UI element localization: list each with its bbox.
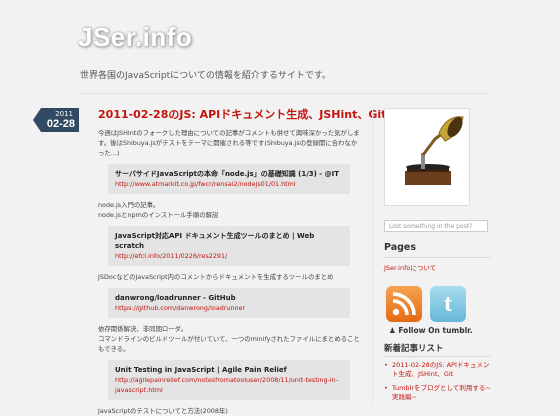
tagline: 世界各国のJavaScriptについての情報を紹介するサイトです。 (80, 71, 331, 81)
post-text: node.js入門の記事。 (98, 201, 160, 209)
follow-tumblr-link[interactable]: ♟ Follow On tumblr. (389, 326, 473, 335)
post-text: node.jsとnpmのインストール手順の解説 (98, 211, 219, 219)
post-text: コマンドラインのビルドツールが付いていて、一つのminifyされたファイルにまと… (98, 335, 360, 353)
pages-divider (384, 257, 490, 258)
link-card: サーバサイドJavaScriptの本命「node.js」の基礎知識 (1/3) … (108, 164, 350, 194)
column-divider (372, 107, 373, 406)
date-month-day: 02-28 (46, 118, 75, 130)
link-card-title[interactable]: サーバサイドJavaScriptの本命「node.js」の基礎知識 (1/3) … (115, 169, 343, 179)
link-card-url[interactable]: https://github.com/danwrong/loadrunner (115, 303, 343, 313)
post-text: JavaScriptのテストについてと方法(2008年) (98, 407, 228, 415)
recent-post-item[interactable]: Tumblrをブログとして利用する~実践編~ (384, 384, 494, 402)
recent-posts-heading: 新着記事リスト (384, 344, 444, 354)
link-card: Unit Testing in JavaScript | Agile Pain … (108, 360, 350, 400)
pages-heading: Pages (384, 242, 417, 253)
date-year: 2011 (55, 110, 73, 118)
post: 2011-02-28のJS: APIドキュメント生成、JSHint、Git 今週… (98, 106, 386, 416)
recent-post-item[interactable]: 2011-02-28のJS: APIドキュメント生成、JSHint、Git (384, 361, 494, 379)
rss-icon[interactable] (386, 286, 422, 322)
recent-posts-list: 2011-02-28のJS: APIドキュメント生成、JSHint、Git Tu… (384, 361, 494, 407)
person-icon: ♟ (389, 326, 396, 335)
gramophone-icon (405, 116, 464, 185)
site-title[interactable]: JSer.info (78, 22, 192, 53)
header-divider (80, 93, 490, 94)
sidebar: Lost something in the post? Pages JSer.i… (384, 108, 494, 272)
link-card-title[interactable]: JavaScript対応API ドキュメント生成ツールのまとめ | Web sc… (115, 231, 343, 251)
pages-link-about[interactable]: JSer.infoについて (384, 262, 494, 272)
link-card: JavaScript対応API ドキュメント生成ツールのまとめ | Web sc… (108, 226, 350, 266)
post-intro: 今週はJSHintのフォークした理由についての記事がコメントも併せて興味深かった… (98, 129, 360, 157)
recent-divider (384, 356, 490, 357)
follow-tumblr-label: Follow On tumblr. (398, 326, 473, 335)
link-card-url[interactable]: http://efcl.info/2011/0226/res2291/ (115, 251, 343, 261)
post-text: JSDocなどのJavaScript内のコメントからドキュメントを生成するツール… (98, 273, 334, 281)
date-badge: 2011 02-28 (33, 108, 79, 132)
link-card-title[interactable]: Unit Testing in JavaScript | Agile Pain … (115, 365, 343, 375)
post-text: 依存関係解決、非同期ローダ。 (98, 325, 188, 333)
link-card: danwrong/loadrunner - GitHub https://git… (108, 288, 350, 318)
tumblr-icon[interactable]: t (430, 286, 466, 322)
link-card-title[interactable]: danwrong/loadrunner - GitHub (115, 293, 343, 303)
gramophone-image-box (384, 108, 470, 206)
search-input[interactable]: Lost something in the post? (384, 220, 488, 232)
link-card-url[interactable]: http://www.atmarkit.co.jp/fwcr/rensai2/n… (115, 179, 343, 189)
link-card-url[interactable]: http://agilepainrelief.com/notesfromatoo… (115, 375, 343, 395)
post-title[interactable]: 2011-02-28のJS: APIドキュメント生成、JSHint、Git (98, 106, 386, 122)
